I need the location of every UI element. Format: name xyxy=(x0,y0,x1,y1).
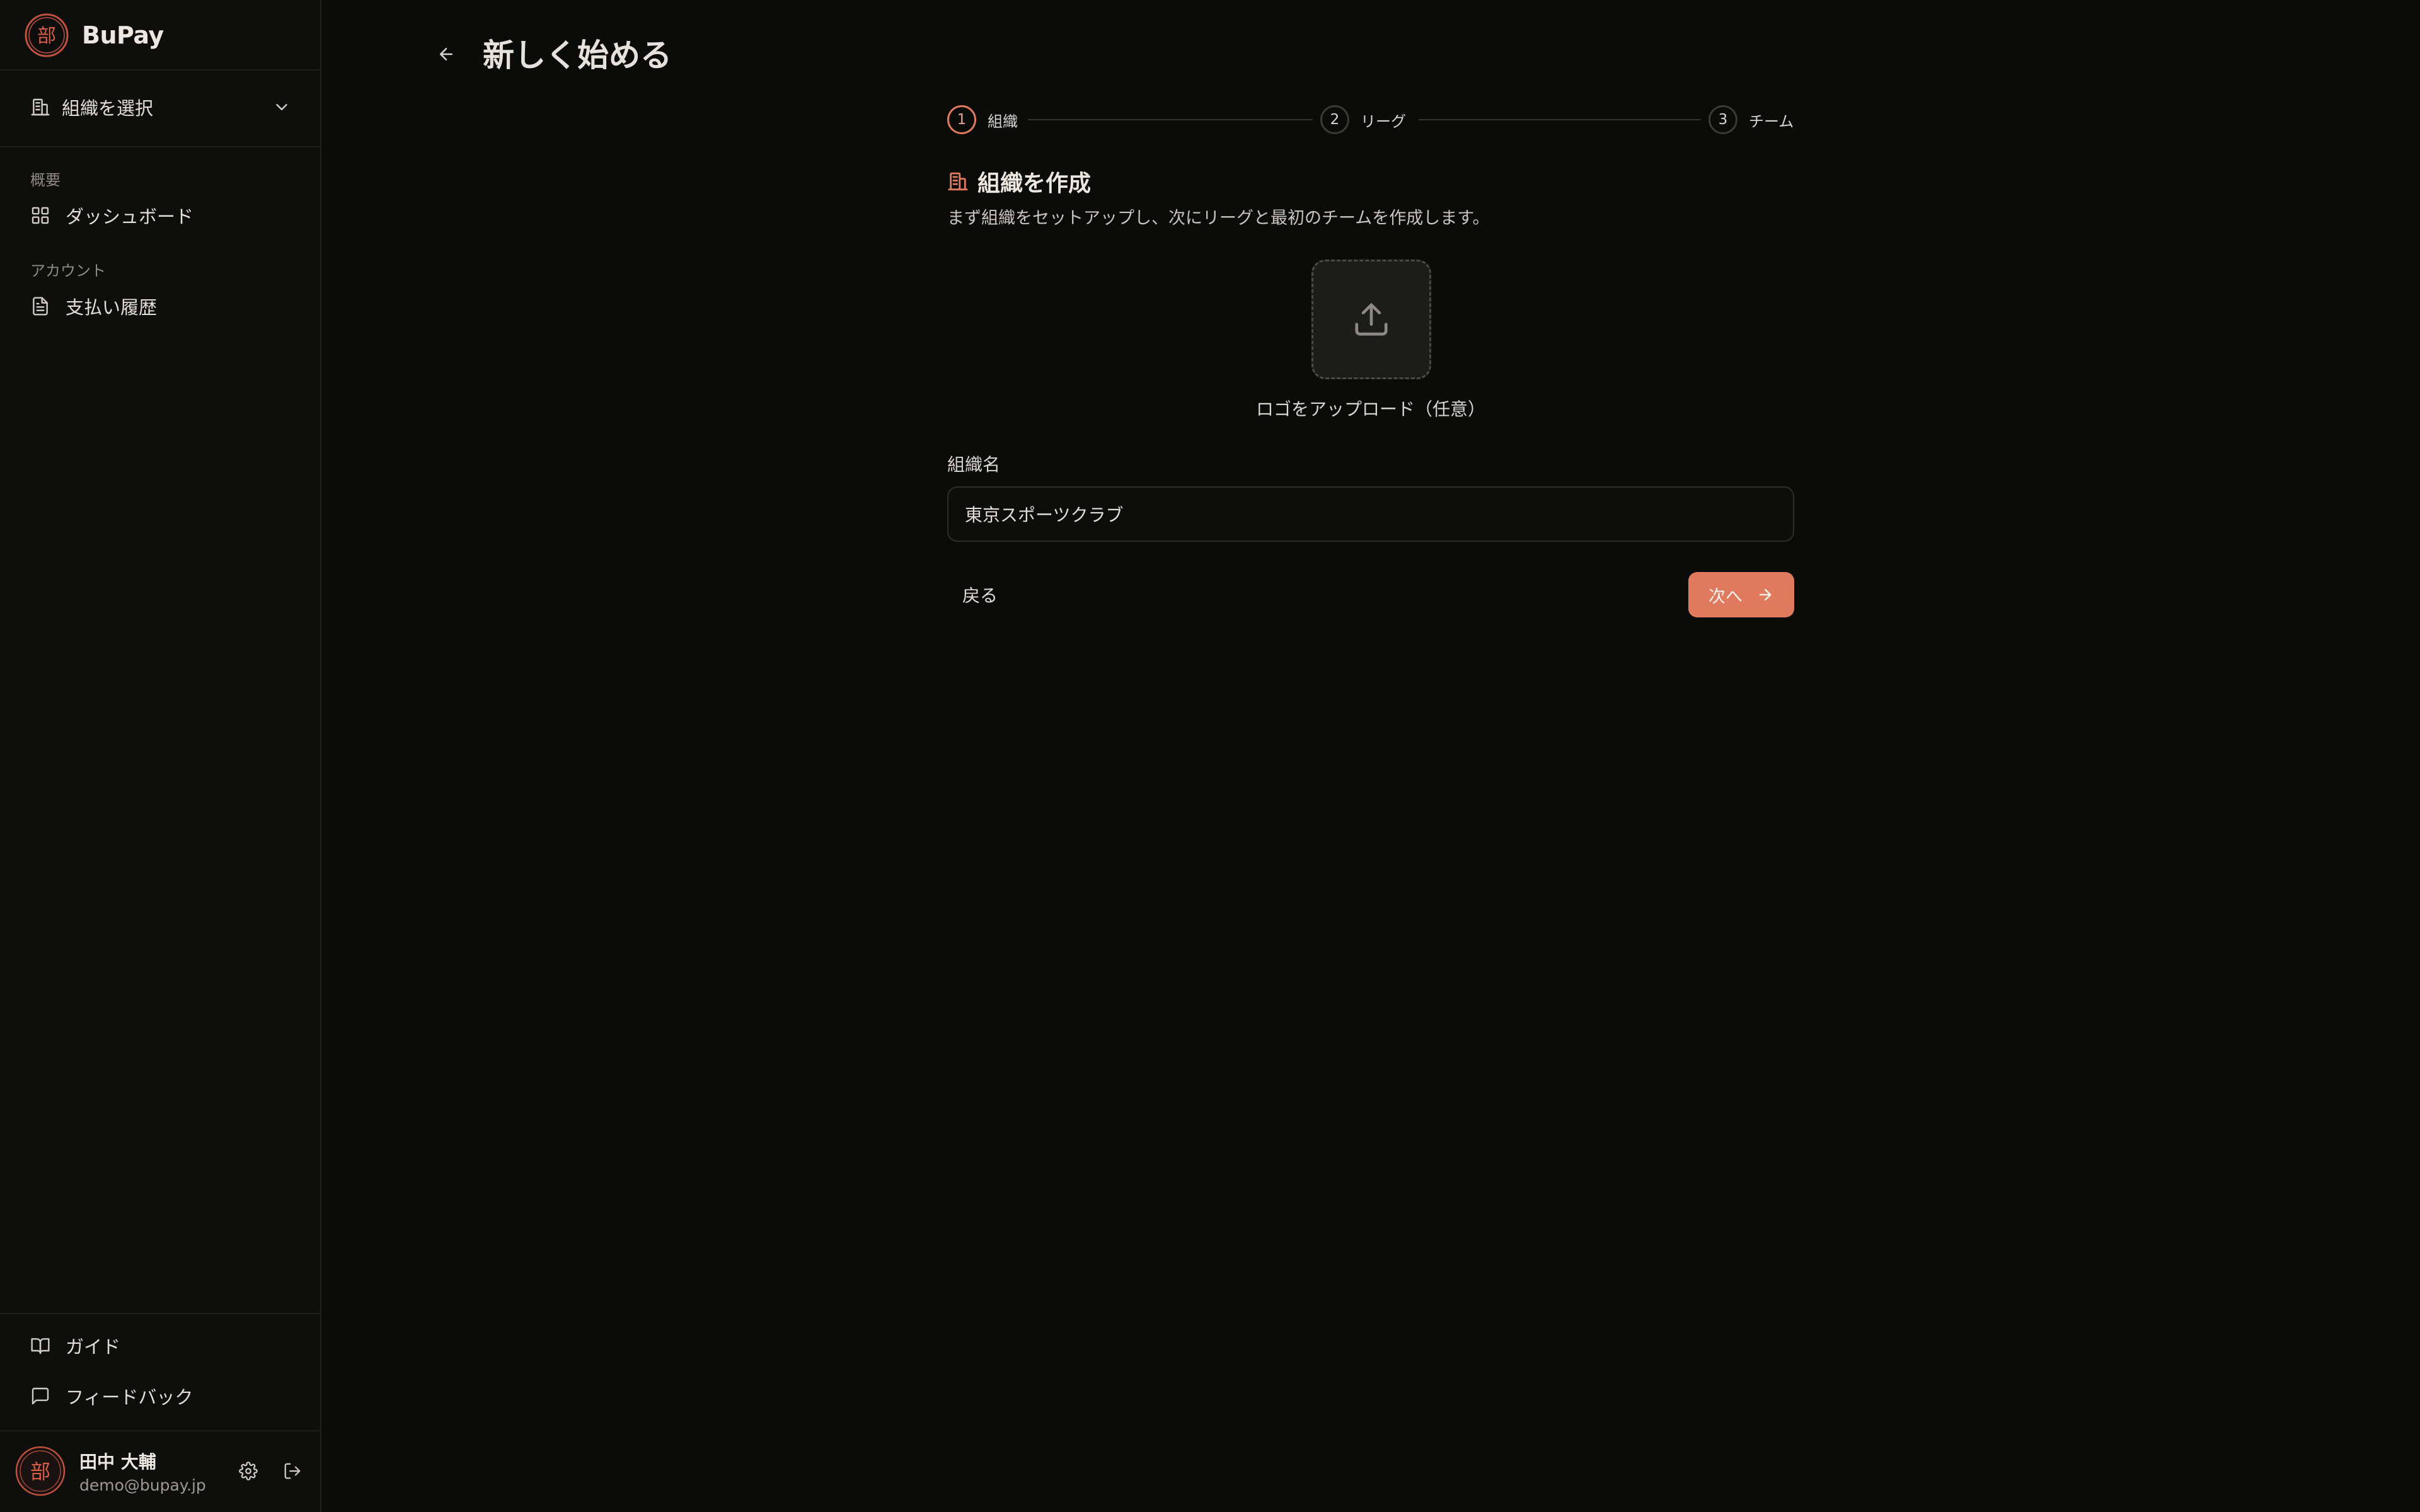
brand-logo-char: 部 xyxy=(37,25,56,47)
upload-label: ロゴをアップロード（任意） xyxy=(1255,399,1485,420)
divider xyxy=(0,1313,321,1314)
sidebar-item-label: 支払い履歴 xyxy=(66,297,158,318)
sidebar-item-label: ダッシュボード xyxy=(66,206,194,227)
logout-button[interactable] xyxy=(279,1457,306,1485)
page-title: 新しく始める xyxy=(483,37,672,74)
step-label: チーム xyxy=(1749,112,1794,130)
section-label-overview: 概要 xyxy=(30,171,60,189)
brand-name: BuPay xyxy=(82,21,164,49)
user-info: 田中 大輔 demo@bupay.jp xyxy=(79,1448,218,1494)
back-button[interactable]: 戻る xyxy=(947,572,1013,617)
building-icon xyxy=(31,98,50,116)
book-icon xyxy=(31,1338,50,1354)
form-heading-text: 組織を作成 xyxy=(977,171,1092,197)
step-team: 3 チーム xyxy=(1708,105,1794,135)
sidebar-item-dashboard[interactable]: ダッシュボード xyxy=(15,193,306,238)
arrow-left-icon xyxy=(440,48,452,60)
org-select-dropdown[interactable]: 組織を選択 xyxy=(15,83,306,131)
gear-icon xyxy=(239,1462,258,1480)
stepper: 1 組織 2 リーグ 3 チーム xyxy=(947,105,1794,135)
user-name: 田中 大輔 xyxy=(79,1451,156,1472)
section-label-account: アカウント xyxy=(30,262,106,280)
divider xyxy=(0,1430,321,1431)
chevron-down-icon xyxy=(276,104,287,110)
org-select-label: 組織を選択 xyxy=(62,98,154,119)
step-label: リーグ xyxy=(1361,112,1406,130)
back-arrow-button[interactable] xyxy=(432,40,460,68)
building-icon xyxy=(948,172,968,191)
divider xyxy=(0,69,321,71)
arrow-right-icon xyxy=(1759,588,1772,601)
user-profile: 部 田中 大輔 demo@bupay.jp xyxy=(15,1443,306,1499)
sidebar-item-label: フィードバック xyxy=(66,1387,193,1408)
app-root: 部 BuPay 組織を選択 概要 ダッシュボード アカウント 支払い履歴 ガイド… xyxy=(0,0,2420,1512)
sidebar-item-guide[interactable]: ガイド xyxy=(15,1323,306,1368)
step-connector xyxy=(1028,119,1313,120)
form-heading: 組織を作成 xyxy=(947,165,1091,198)
user-email: demo@bupay.jp xyxy=(79,1475,206,1494)
step-connector xyxy=(1419,119,1701,120)
avatar[interactable]: 部 xyxy=(15,1446,66,1496)
step-number: 2 xyxy=(1320,105,1349,134)
org-name-label: 組織名 xyxy=(947,454,1001,475)
step-organization: 1 組織 xyxy=(947,105,1018,135)
upload-icon xyxy=(1355,303,1388,336)
brand[interactable]: 部 BuPay xyxy=(24,13,164,58)
sidebar-item-label: ガイド xyxy=(66,1336,121,1358)
divider xyxy=(0,146,321,147)
sidebar-item-feedback[interactable]: フィードバック xyxy=(15,1373,306,1419)
step-league: 2 リーグ xyxy=(1320,105,1406,135)
message-icon xyxy=(32,1387,49,1405)
next-button[interactable]: 次へ xyxy=(1688,572,1794,617)
step-label: 組織 xyxy=(988,112,1018,130)
settings-button[interactable] xyxy=(234,1457,262,1485)
svg-text:部: 部 xyxy=(30,1460,50,1484)
sidebar: 部 BuPay 組織を選択 概要 ダッシュボード アカウント 支払い履歴 ガイド… xyxy=(0,0,321,1512)
step-number: 3 xyxy=(1708,105,1737,134)
logo-upload-button[interactable] xyxy=(1311,260,1431,379)
step-number: 1 xyxy=(947,105,976,134)
logout-icon xyxy=(284,1463,301,1479)
grid-icon xyxy=(32,207,49,224)
brand-logo-icon: 部 xyxy=(25,13,69,57)
sidebar-item-payment-history[interactable]: 支払い履歴 xyxy=(15,284,306,329)
form-description: まず組織をセットアップし、次にリーグと最初のチームを作成します。 xyxy=(947,209,1490,228)
org-name-input[interactable] xyxy=(947,486,1794,542)
document-icon xyxy=(33,297,48,316)
next-button-label: 次へ xyxy=(1708,587,1743,607)
